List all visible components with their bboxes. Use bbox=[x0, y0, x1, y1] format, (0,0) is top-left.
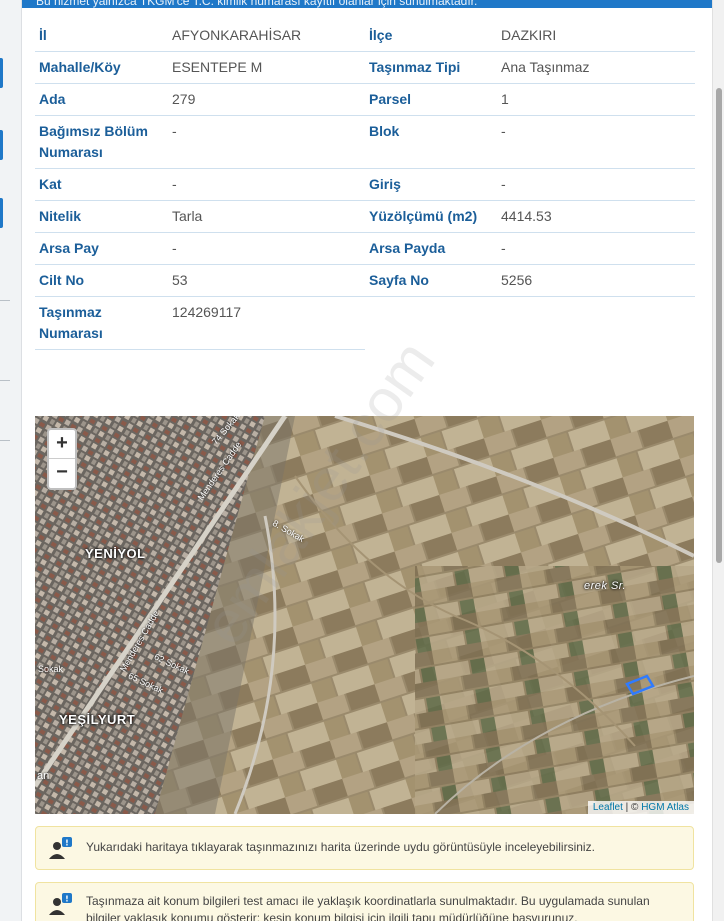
value-arsa-payda: - bbox=[497, 233, 695, 265]
map-label-yeniyol: YENİYOL bbox=[85, 546, 146, 561]
satellite-map[interactable]: + − YENİYOL YEŞİLYURT Menderes Cadde Men… bbox=[35, 416, 694, 814]
info-text-coordinates: Taşınmaza ait konum bilgileri test amacı… bbox=[86, 894, 650, 921]
header-banner: Bu hizmet yalnızca TKGM'ce T.C. kimlik n… bbox=[22, 0, 712, 8]
label-arsa-pay: Arsa Pay bbox=[35, 233, 168, 265]
info-row: Taşınmaz Numarası 124269117 bbox=[35, 297, 695, 350]
info-alert-map: ! Yukarıdaki haritaya tıklayarak taşınma… bbox=[35, 826, 694, 870]
empty-cell bbox=[365, 297, 497, 350]
rail-divider bbox=[0, 440, 10, 441]
map-imagery bbox=[35, 416, 694, 814]
info-row: Mahalle/Köy ESENTEPE M Taşınmaz Tipi Ana… bbox=[35, 52, 695, 84]
value-ilce: DAZKIRI bbox=[497, 20, 695, 52]
info-row: Nitelik Tarla Yüzölçümü (m2) 4414.53 bbox=[35, 201, 695, 233]
label-ada: Ada bbox=[35, 84, 168, 116]
value-nitelik: Tarla bbox=[168, 201, 365, 233]
label-tasinmaz-numarasi: Taşınmaz Numarası bbox=[35, 297, 168, 350]
info-row: Cilt No 53 Sayfa No 5256 bbox=[35, 265, 695, 297]
scrollbar[interactable] bbox=[712, 0, 724, 921]
leaflet-link[interactable]: Leaflet bbox=[593, 802, 623, 813]
svg-text:!: ! bbox=[65, 895, 69, 904]
value-blok: - bbox=[497, 116, 695, 169]
scrollbar-thumb[interactable] bbox=[716, 88, 722, 563]
label-bagimsiz-bolum: Bağımsız Bölüm Numarası bbox=[35, 116, 168, 169]
map-label-yesilyurt: YEŞİLYURT bbox=[59, 712, 136, 727]
value-yuzolcumu: 4414.53 bbox=[497, 201, 695, 233]
parcel-panel: İl AFYONKARAHİSAR İlçe DAZKIRI Mahalle/K… bbox=[22, 8, 712, 921]
info-text-map: Yukarıdaki haritaya tıklayarak taşınmazı… bbox=[86, 840, 595, 854]
zoom-control: + − bbox=[47, 428, 77, 490]
label-yuzolcumu: Yüzölçümü (m2) bbox=[365, 201, 497, 233]
label-parsel: Parsel bbox=[365, 84, 497, 116]
zoom-out-button[interactable]: − bbox=[49, 459, 75, 488]
map-label-sokak: Sokak bbox=[38, 664, 64, 674]
info-row: Bağımsız Bölüm Numarası - Blok - bbox=[35, 116, 695, 169]
label-blok: Blok bbox=[365, 116, 497, 169]
value-il: AFYONKARAHİSAR bbox=[168, 20, 365, 52]
info-row: Ada 279 Parsel 1 bbox=[35, 84, 695, 116]
label-giris: Giriş bbox=[365, 169, 497, 201]
label-ilce: İlçe bbox=[365, 20, 497, 52]
label-kat: Kat bbox=[35, 169, 168, 201]
rail-divider bbox=[0, 380, 10, 381]
user-info-icon: ! bbox=[49, 893, 72, 915]
user-info-icon: ! bbox=[49, 837, 72, 859]
value-tasinmaz-tipi: Ana Taşınmaz bbox=[497, 52, 695, 84]
empty-cell bbox=[497, 297, 695, 350]
map-label-an: an bbox=[37, 770, 50, 782]
svg-text:!: ! bbox=[65, 839, 69, 848]
label-nitelik: Nitelik bbox=[35, 201, 168, 233]
attribution-sep: | © bbox=[622, 802, 642, 813]
value-arsa-pay: - bbox=[168, 233, 365, 265]
info-row: İl AFYONKARAHİSAR İlçe DAZKIRI bbox=[35, 20, 695, 52]
zoom-in-button[interactable]: + bbox=[49, 430, 75, 459]
info-row: Kat - Giriş - bbox=[35, 169, 695, 201]
label-il: İl bbox=[35, 20, 168, 52]
info-alert-coordinates: ! Taşınmaza ait konum bilgileri test ama… bbox=[35, 882, 694, 921]
left-rail bbox=[0, 0, 22, 921]
value-kat: - bbox=[168, 169, 365, 201]
map-label-erek: erek Sr. bbox=[584, 580, 627, 592]
label-mahalle: Mahalle/Köy bbox=[35, 52, 168, 84]
value-bagimsiz-bolum: - bbox=[168, 116, 365, 169]
value-cilt-no: 53 bbox=[168, 265, 365, 297]
rail-button-3[interactable] bbox=[0, 198, 3, 228]
label-arsa-payda: Arsa Payda bbox=[365, 233, 497, 265]
hgm-atlas-link[interactable]: HGM Atlas bbox=[641, 802, 689, 813]
rail-button-1[interactable] bbox=[0, 58, 3, 88]
value-sayfa-no: 5256 bbox=[497, 265, 695, 297]
value-tasinmaz-numarasi: 124269117 bbox=[168, 297, 365, 350]
rail-divider bbox=[0, 300, 10, 301]
value-parsel: 1 bbox=[497, 84, 695, 116]
parcel-info-grid: İl AFYONKARAHİSAR İlçe DAZKIRI Mahalle/K… bbox=[35, 20, 695, 350]
value-ada: 279 bbox=[168, 84, 365, 116]
header-text: Bu hizmet yalnızca TKGM'ce T.C. kimlik n… bbox=[36, 0, 478, 8]
info-row: Arsa Pay - Arsa Payda - bbox=[35, 233, 695, 265]
value-giris: - bbox=[497, 169, 695, 201]
rail-button-2[interactable] bbox=[0, 130, 3, 160]
map-attribution: Leaflet | © HGM Atlas bbox=[587, 801, 694, 814]
label-cilt-no: Cilt No bbox=[35, 265, 168, 297]
label-tasinmaz-tipi: Taşınmaz Tipi bbox=[365, 52, 497, 84]
value-mahalle: ESENTEPE M bbox=[168, 52, 365, 84]
label-sayfa-no: Sayfa No bbox=[365, 265, 497, 297]
map-fields-east bbox=[415, 566, 694, 814]
